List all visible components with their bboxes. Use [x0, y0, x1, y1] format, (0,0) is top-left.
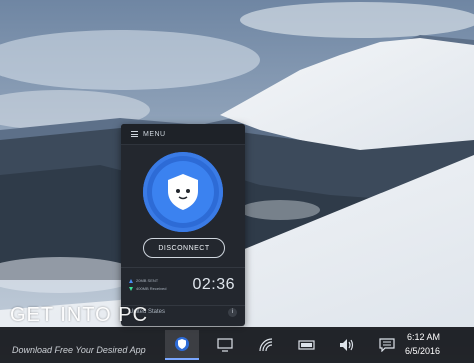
desktop-icon — [217, 338, 233, 352]
action-center-button[interactable] — [370, 330, 404, 360]
shield-mascot-icon — [168, 174, 198, 210]
vpn-taskbar-button[interactable] — [165, 330, 199, 360]
clock-time[interactable]: 6:12 AM — [407, 332, 440, 342]
connect-toggle-button[interactable] — [143, 152, 223, 232]
watermark-title: GET INTO PC — [10, 304, 149, 326]
menu-label: MENU — [143, 130, 166, 138]
volume-icon — [340, 339, 354, 351]
action-center-icon — [379, 338, 395, 352]
vpn-shield-icon — [175, 337, 189, 351]
connection-timer: 02:36 — [192, 276, 235, 293]
network-button[interactable] — [250, 330, 284, 360]
received-stat: 400MB Received — [129, 286, 166, 291]
info-icon[interactable]: i — [228, 308, 237, 317]
disconnect-button[interactable]: DISCONNECT — [143, 238, 225, 258]
download-arrow-icon — [129, 286, 133, 291]
show-desktop-button[interactable] — [208, 330, 242, 360]
sent-label: 20MB SENT — [136, 278, 159, 283]
wifi-icon — [259, 338, 273, 352]
divider — [121, 267, 245, 268]
sent-stat: 20MB SENT — [129, 278, 158, 283]
vpn-menu-bar[interactable]: MENU — [121, 124, 245, 145]
vpn-app-window: MENU DISCONNECT 20MB SENT 400MB Received… — [121, 124, 245, 326]
volume-button[interactable] — [330, 330, 364, 360]
received-label: 400MB Received — [136, 286, 167, 291]
clock-date[interactable]: 6/5/2016 — [405, 346, 440, 356]
battery-button[interactable] — [290, 330, 324, 360]
battery-icon — [298, 340, 315, 350]
hamburger-menu-icon[interactable] — [131, 130, 138, 139]
watermark-subtitle: Download Free Your Desired App — [12, 345, 146, 355]
upload-arrow-icon — [129, 278, 133, 283]
